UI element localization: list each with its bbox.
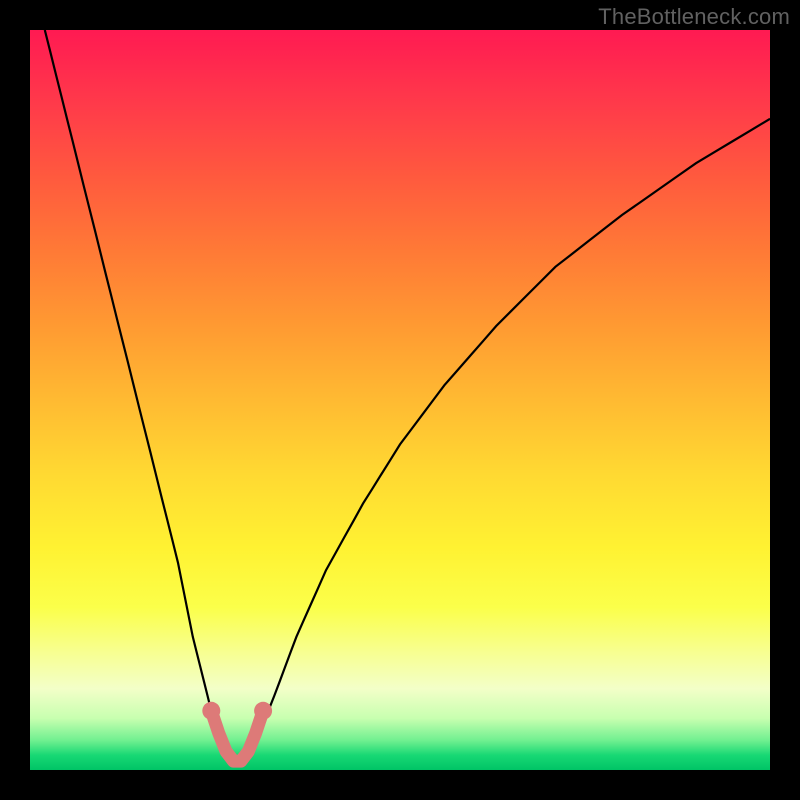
highlight-curve (211, 711, 263, 761)
chart-svg (30, 30, 770, 770)
watermark-text: TheBottleneck.com (598, 4, 790, 30)
chart-frame: TheBottleneck.com (0, 0, 800, 800)
plot-area (30, 30, 770, 770)
bottleneck-curve (45, 30, 770, 763)
